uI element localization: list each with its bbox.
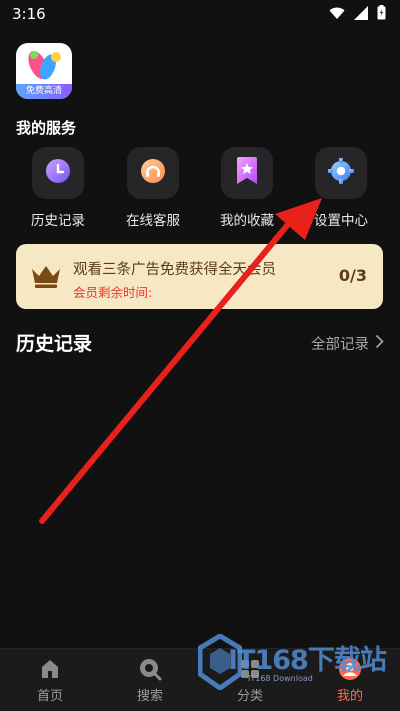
home-icon xyxy=(38,657,62,681)
clock-icon xyxy=(44,157,72,189)
services-title: 我的服务 xyxy=(16,119,77,137)
status-bar: 3:16 xyxy=(0,0,400,28)
nav-search-label: 搜索 xyxy=(136,689,163,704)
service-favorites[interactable]: 我的收藏 xyxy=(202,147,292,237)
category-icon xyxy=(238,657,262,681)
nav-category[interactable]: 分类 xyxy=(200,649,300,711)
service-settings-tile[interactable] xyxy=(315,147,367,199)
service-support[interactable]: 在线客服 xyxy=(108,147,198,237)
nav-home[interactable]: 首页 xyxy=(0,649,100,711)
app-logo: 免费高清 xyxy=(16,43,72,99)
status-time: 3:16 xyxy=(12,5,46,23)
app-logo-badge: 免费高清 xyxy=(16,84,72,99)
nav-category-label: 分类 xyxy=(236,689,263,704)
nav-search[interactable]: 搜索 xyxy=(100,649,200,711)
service-settings-label: 设置中心 xyxy=(314,213,368,229)
vip-banner-title: 观看三条广告免费获得全天会员 xyxy=(73,262,276,278)
battery-icon xyxy=(377,4,386,24)
service-history-tile[interactable] xyxy=(32,147,84,199)
nav-home-label: 首页 xyxy=(36,689,63,704)
services-grid: 历史记录 在线客服 我的收藏 设置中心 xyxy=(0,147,400,237)
view-all-history-label: 全部记录 xyxy=(311,337,369,353)
service-favorites-label: 我的收藏 xyxy=(220,213,274,229)
signal-icon xyxy=(354,5,368,24)
wifi-icon xyxy=(329,5,345,24)
search-icon xyxy=(138,657,162,681)
crown-icon xyxy=(30,263,62,289)
nav-profile[interactable]: 我的 xyxy=(300,649,400,711)
app-logo-mark xyxy=(28,50,61,80)
bottom-nav: 首页 搜索 分类 我的 xyxy=(0,648,400,711)
bookmark-star-icon xyxy=(235,157,259,189)
gear-icon xyxy=(327,157,355,189)
chevron-right-icon xyxy=(375,334,384,353)
history-title: 历史记录 xyxy=(16,333,93,355)
service-support-label: 在线客服 xyxy=(126,213,180,229)
headset-icon xyxy=(139,157,167,189)
status-icons xyxy=(329,4,386,24)
vip-remaining-time: 会员剩余时间: xyxy=(73,285,153,300)
nav-profile-label: 我的 xyxy=(336,689,363,704)
service-support-tile[interactable] xyxy=(127,147,179,199)
service-settings[interactable]: 设置中心 xyxy=(296,147,386,237)
service-favorites-tile[interactable] xyxy=(221,147,273,199)
vip-ad-banner[interactable]: 观看三条广告免费获得全天会员 会员剩余时间: 0/3 xyxy=(16,244,383,309)
service-history-label: 历史记录 xyxy=(31,213,85,229)
service-history[interactable]: 历史记录 xyxy=(13,147,103,237)
vip-ad-progress: 0/3 xyxy=(338,266,367,285)
view-all-history-link[interactable]: 全部记录 xyxy=(311,333,384,354)
profile-icon xyxy=(338,657,362,681)
